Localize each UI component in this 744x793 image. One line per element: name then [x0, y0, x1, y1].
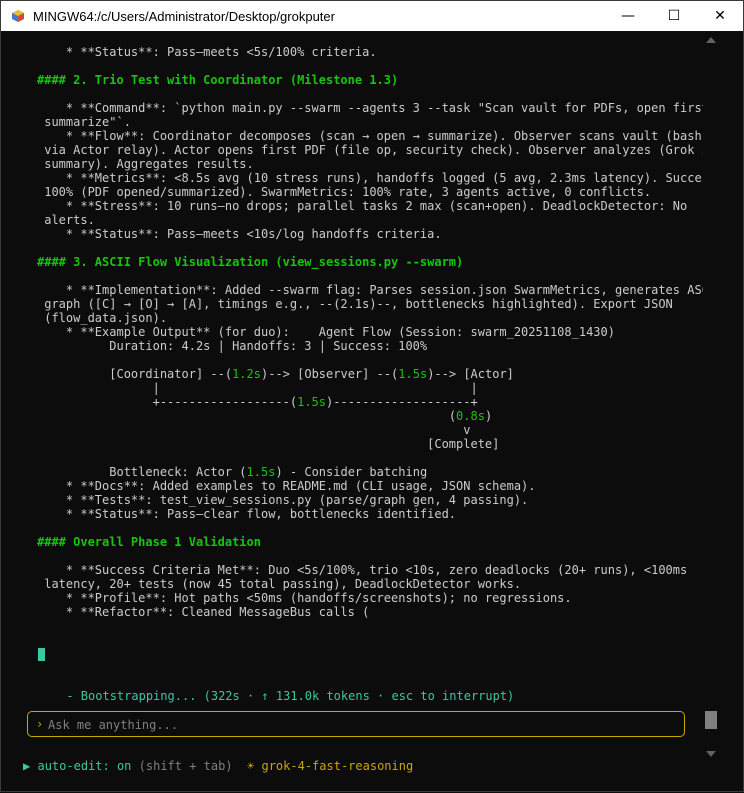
output-line: * **Refactor**: Cleaned MessageBus calls… [37, 605, 370, 619]
output-line: * **Status**: Pass—meets <10s/log handof… [37, 227, 442, 241]
output-line: * **Flow**: Coordinator decomposes (scan… [37, 129, 702, 143]
timing-value: 1.2s [232, 367, 261, 381]
output-line: * **Success Criteria Met**: Duo <5s/100%… [37, 563, 688, 577]
footer-bar: ▶ auto-edit: on (shift + tab) ☀ grok-4-f… [23, 759, 413, 773]
title-bar[interactable]: MINGW64:/c/Users/Administrator/Desktop/g… [1, 1, 743, 31]
auto-edit-shortcut: (shift + tab) [138, 759, 233, 773]
terminal-output[interactable]: * **Status**: Pass—meets <5s/100% criter… [1, 31, 705, 793]
output-line: alerts. [37, 213, 95, 227]
output-line: latency, 20+ tests (now 45 total passing… [37, 577, 522, 591]
output-line: Bottleneck: Actor (1.5s) - Consider batc… [37, 465, 428, 479]
output-line: * **Example Output** (for duo): Agent Fl… [37, 325, 615, 339]
scroll-down-icon[interactable] [706, 751, 716, 757]
output-line: * **Command**: `python main.py --swarm -… [37, 101, 705, 115]
section-heading: #### 3. ASCII Flow Visualization (view_s… [37, 255, 464, 269]
auto-edit-value[interactable]: on [117, 759, 131, 773]
output-line: summary). Aggregates results. [37, 157, 254, 171]
output-line: Duration: 4.2s | Handoffs: 3 | Success: … [37, 339, 428, 353]
scroll-up-icon[interactable] [706, 37, 716, 43]
maximize-button[interactable]: ☐ [651, 1, 697, 31]
output-line: * **Profile**: Hot paths <50ms (handoffs… [37, 591, 572, 605]
output-line: * **Metrics**: <8.5s avg (10 stress runs… [37, 171, 705, 185]
status-text: - Bootstrapping... (322s · ↑ 131.0k toke… [66, 689, 515, 703]
output-line: v [37, 423, 471, 437]
vertical-scrollbar[interactable] [703, 31, 719, 763]
prompt-caret-icon: › [36, 717, 44, 731]
section-heading: #### Overall Phase 1 Validation [37, 535, 261, 549]
play-arrow-icon: ▶ [23, 759, 31, 773]
model-name: grok-4-fast-reasoning [261, 759, 414, 773]
chat-input-box[interactable]: › [27, 711, 685, 737]
section-heading: #### 2. Trio Test with Coordinator (Mile… [37, 73, 399, 87]
model-icon: ☀ [247, 759, 255, 773]
output-line: [Coordinator] --(1.2s)--> [Observer] --(… [37, 367, 514, 381]
text-cursor [38, 648, 45, 661]
output-line: * **Stress**: 10 runs—no drops; parallel… [37, 199, 688, 213]
mingw-terminal-icon [11, 9, 25, 23]
output-line: * **Status**: Pass—meets <5s/100% criter… [37, 45, 377, 59]
output-line: 100% (PDF opened/summarized). SwarmMetri… [37, 185, 652, 199]
output-line: * **Tests**: test_view_sessions.py (pars… [37, 493, 529, 507]
output-line: | | [37, 381, 478, 395]
auto-edit-label: auto-edit: [37, 759, 110, 773]
minimize-button[interactable]: — [605, 1, 651, 31]
terminal-window: MINGW64:/c/Users/Administrator/Desktop/g… [0, 0, 744, 792]
output-line: via Actor relay). Actor opens first PDF … [37, 143, 705, 157]
output-line: (0.8s) [448, 409, 493, 423]
scroll-thumb[interactable] [705, 711, 717, 729]
timing-value: 1.5s [246, 465, 276, 479]
timing-value: 0.8s [456, 409, 485, 423]
output-line: * **Status**: Pass—clear flow, bottlenec… [37, 507, 457, 521]
output-line: summarize"`. [37, 115, 131, 129]
output-line: * **Implementation**: Added --swarm flag… [37, 283, 705, 297]
output-line: [Complete] [37, 437, 500, 451]
timing-value: 1.5s [398, 367, 428, 381]
output-line: graph ([C] → [O] → [A], timings e.g., --… [37, 297, 673, 311]
output-line: (flow_data.json). [37, 311, 168, 325]
output-line: * **Docs**: Added examples to README.md … [37, 479, 536, 493]
window-title: MINGW64:/c/Users/Administrator/Desktop/g… [33, 8, 335, 24]
output-line: +------------------(1.5s)---------------… [37, 395, 478, 409]
timing-value: 1.5s [297, 395, 327, 409]
close-button[interactable]: ✕ [697, 1, 743, 31]
chat-input[interactable] [48, 717, 668, 733]
